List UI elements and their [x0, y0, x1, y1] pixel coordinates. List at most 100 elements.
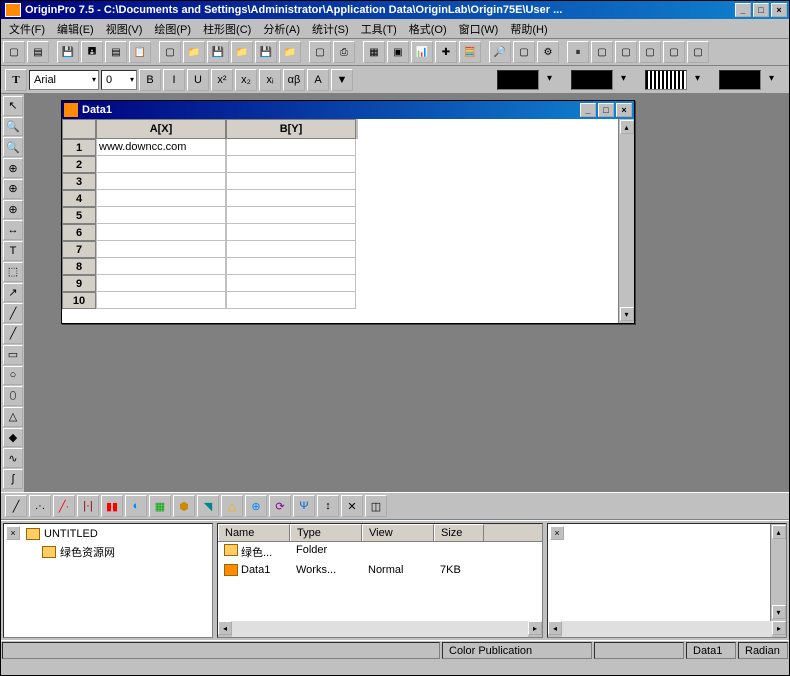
toolbar-button[interactable]: ✚ [435, 41, 457, 63]
graph-type-button[interactable]: ↕ [317, 495, 339, 517]
toolbar-button[interactable]: 📊 [411, 41, 433, 63]
grid-cell[interactable] [226, 258, 356, 275]
font-size-select[interactable]: 0 [101, 70, 137, 90]
graph-type-button[interactable]: .·. [29, 495, 51, 517]
worksheet-grid[interactable]: A[X] B[Y] 1www.downcc.com2345678910 [62, 119, 358, 323]
row-header[interactable]: 10 [62, 292, 96, 309]
toolbar-button[interactable]: ▤ [105, 41, 127, 63]
row-header[interactable]: 2 [62, 156, 96, 173]
toolbar-button[interactable]: ⏸ [567, 41, 589, 63]
list-header-view[interactable]: View [362, 524, 434, 541]
toolbar-button[interactable]: ▢ [309, 41, 331, 63]
scroll-right-button[interactable]: ▸ [772, 621, 786, 635]
pattern-picker[interactable] [645, 70, 687, 90]
toolbar-button[interactable]: 📋 [129, 41, 151, 63]
column-header-b[interactable]: B[Y] [226, 119, 356, 139]
maximize-button[interactable]: □ [753, 3, 769, 17]
grid-cell[interactable] [226, 156, 356, 173]
grid-corner[interactable] [62, 119, 96, 139]
scroll-down-button[interactable]: ▾ [620, 307, 634, 321]
close-button[interactable]: × [771, 3, 787, 17]
toolbar-button[interactable]: 📁 [279, 41, 301, 63]
grid-cell[interactable] [226, 190, 356, 207]
tool-button[interactable]: ╱ [3, 303, 23, 323]
toolbar-button[interactable]: ▢ [639, 41, 661, 63]
toolbar-button[interactable]: ⚙ [537, 41, 559, 63]
tool-button[interactable]: ⊕ [3, 158, 23, 178]
column-header-a[interactable]: A[X] [96, 119, 226, 139]
menu-format[interactable]: 格式(O) [403, 19, 453, 39]
toolbar-button[interactable]: ⎙ [333, 41, 355, 63]
format-button[interactable]: B [139, 69, 161, 91]
scroll-left-button[interactable]: ◂ [218, 621, 232, 635]
grid-cell[interactable] [226, 224, 356, 241]
grid-cell[interactable] [96, 207, 226, 224]
tool-button[interactable]: ▭ [3, 345, 23, 365]
grid-cell[interactable]: www.downcc.com [96, 139, 226, 156]
toolbar-button[interactable]: 🔎 [489, 41, 511, 63]
row-header[interactable]: 1 [62, 139, 96, 156]
tool-button[interactable]: ⬚ [3, 262, 23, 282]
graph-type-button[interactable]: ⬢ [173, 495, 195, 517]
toolbar-button[interactable]: 💾 [207, 41, 229, 63]
tool-button[interactable]: ʃ [3, 469, 23, 489]
list-header-size[interactable]: Size [434, 524, 484, 541]
tool-button[interactable]: 🔍 [3, 117, 23, 137]
menu-plot[interactable]: 绘图(P) [148, 19, 197, 39]
grid-cell[interactable] [226, 275, 356, 292]
grid-cell[interactable] [96, 224, 226, 241]
toolbar-button[interactable]: ▣ [387, 41, 409, 63]
row-header[interactable]: 7 [62, 241, 96, 258]
menu-edit[interactable]: 编辑(E) [51, 19, 100, 39]
graph-type-button[interactable]: ╱· [53, 495, 75, 517]
graph-type-button[interactable]: ◫ [365, 495, 387, 517]
format-button[interactable]: U [187, 69, 209, 91]
scroll-left-button[interactable]: ◂ [548, 621, 562, 635]
tool-button[interactable]: △ [3, 407, 23, 427]
menu-window[interactable]: 窗口(W) [453, 19, 505, 39]
tool-button[interactable]: ↔ [3, 220, 23, 240]
menu-statistics[interactable]: 统计(S) [306, 19, 355, 39]
graph-type-button[interactable]: ✕ [341, 495, 363, 517]
toolbar-button[interactable]: ▢ [615, 41, 637, 63]
minimize-button[interactable]: _ [735, 3, 751, 17]
list-header-type[interactable]: Type [290, 524, 362, 541]
tree-root-item[interactable]: UNTITLED [22, 526, 210, 542]
tool-button[interactable]: ╱ [3, 324, 23, 344]
preview-hscroll[interactable]: ◂▸ [548, 621, 786, 637]
graph-type-button[interactable]: ⊕ [245, 495, 267, 517]
toolbar-button[interactable]: 🖪 [81, 41, 103, 63]
text-color-picker[interactable] [719, 70, 761, 90]
tool-button[interactable]: ∿ [3, 448, 23, 468]
graph-type-button[interactable]: ▮▮ [101, 495, 123, 517]
child-minimize-button[interactable]: _ [580, 103, 596, 117]
tool-button[interactable]: T [3, 241, 23, 261]
font-name-select[interactable]: Arial [29, 70, 99, 90]
menu-view[interactable]: 视图(V) [100, 19, 149, 39]
menu-tools[interactable]: 工具(T) [355, 19, 403, 39]
row-header[interactable]: 3 [62, 173, 96, 190]
graph-type-button[interactable]: Ψ [293, 495, 315, 517]
grid-cell[interactable] [226, 241, 356, 258]
tool-button[interactable]: ◆ [3, 428, 23, 448]
grid-cell[interactable] [226, 292, 356, 309]
graph-type-button[interactable]: ◐ [125, 495, 147, 517]
menu-column[interactable]: 柱形图(C) [197, 19, 257, 39]
toolbar-button[interactable]: 💾 [255, 41, 277, 63]
graph-type-button[interactable]: ◥ [197, 495, 219, 517]
menu-file[interactable]: 文件(F) [3, 19, 51, 39]
tool-button[interactable]: ○ [3, 366, 23, 386]
graph-type-button[interactable]: ╱ [5, 495, 27, 517]
toolbar-button[interactable]: 📁 [183, 41, 205, 63]
tree-child-item[interactable]: 绿色资源网 [22, 542, 210, 562]
grid-cell[interactable] [96, 275, 226, 292]
graph-type-button[interactable]: |·| [77, 495, 99, 517]
toolbar-button[interactable]: ▦ [363, 41, 385, 63]
child-close-button[interactable]: × [616, 103, 632, 117]
grid-cell[interactable] [96, 241, 226, 258]
scroll-up-button[interactable]: ▴ [620, 120, 634, 134]
scroll-up-button[interactable]: ▴ [772, 525, 786, 539]
row-header[interactable]: 4 [62, 190, 96, 207]
row-header[interactable]: 6 [62, 224, 96, 241]
fill-color-picker[interactable] [497, 70, 539, 90]
